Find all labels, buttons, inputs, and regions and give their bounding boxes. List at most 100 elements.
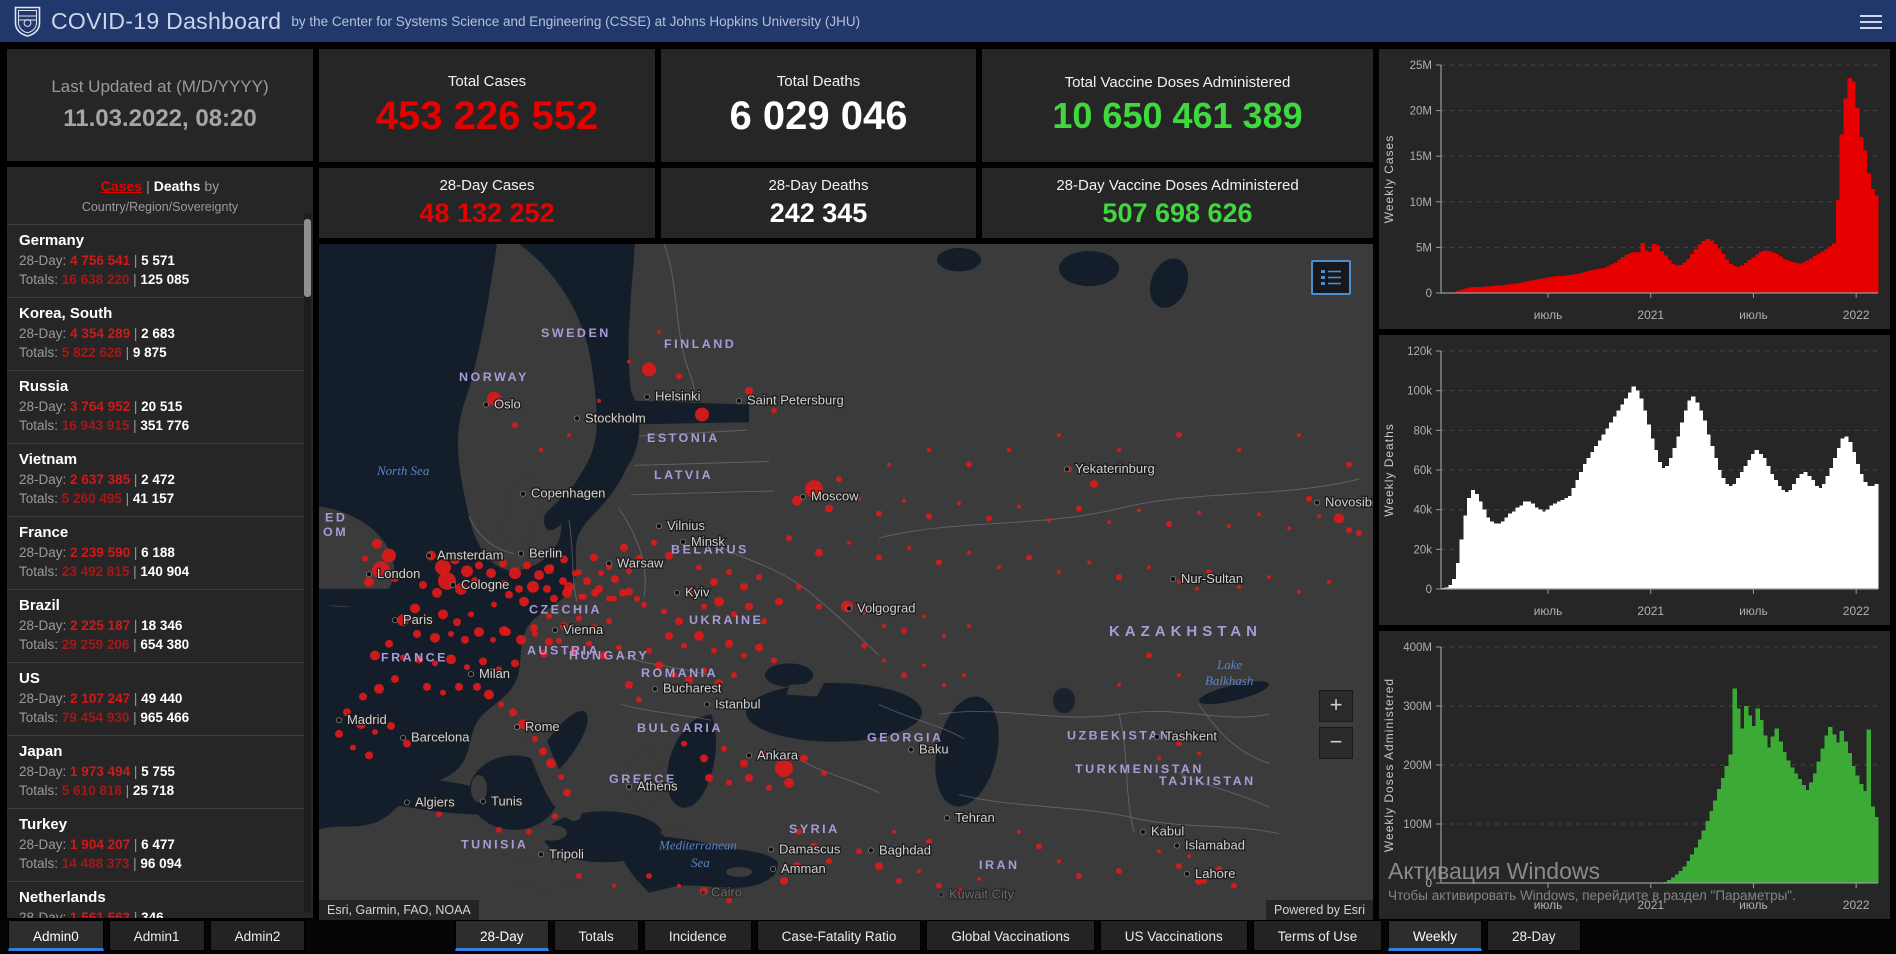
outbreak-dot — [372, 538, 382, 549]
outbreak-dot — [595, 584, 603, 593]
bar — [1530, 503, 1535, 589]
bar — [1586, 458, 1592, 589]
tab-case-fatality-ratio[interactable]: Case-Fatality Ratio — [756, 920, 922, 951]
tab-admin0[interactable]: Admin0 — [8, 920, 104, 951]
bar — [1770, 736, 1776, 883]
outbreak-dot — [745, 774, 753, 782]
bar — [1519, 505, 1524, 589]
day28-label: 28-Day: — [19, 326, 67, 341]
bar — [1706, 434, 1711, 589]
outbreak-dot — [620, 543, 628, 552]
bar — [1759, 251, 1764, 293]
tab-weekly[interactable]: Weekly — [1388, 920, 1483, 951]
city-dot — [944, 815, 951, 822]
city-label: London — [377, 566, 420, 581]
svg-text:200M: 200M — [1403, 760, 1432, 772]
outbreak-dot — [997, 565, 1001, 570]
bar — [1713, 800, 1718, 883]
weekly-cases-chart[interactable]: 0 5M 10M 15M 20M 25M июль 2021 июль 2022 Weekly Ca… — [1379, 49, 1890, 329]
total-cases: 5 822 626 — [61, 345, 122, 360]
outbreak-dot — [539, 447, 543, 452]
d28-vaccines-box: 28-Day Vaccine Doses Administered 507 69… — [982, 168, 1373, 238]
city-label: Baku — [919, 742, 949, 757]
scrollbar-track[interactable] — [304, 213, 311, 913]
city-label: Berlin — [529, 546, 562, 561]
outbreak-dot — [1356, 530, 1362, 536]
tab-28-day[interactable]: 28-Day — [1487, 920, 1581, 951]
deaths-sort-link[interactable]: Deaths — [154, 178, 201, 194]
tab-28-day[interactable]: 28-Day — [455, 920, 549, 951]
bar — [1638, 398, 1644, 589]
country-row[interactable]: Russia 28-Day: 3 764 952 | 20 515 Totals… — [7, 370, 313, 443]
world-map[interactable]: SWEDEN NORWAY FINLAND ESTONIA LATVIA BELARUS U… — [319, 244, 1373, 920]
city-label: Vienna — [563, 622, 604, 637]
outbreak-dot — [468, 611, 474, 618]
day28-cases: 2 239 590 — [70, 545, 131, 560]
city-label: Warsaw — [617, 555, 664, 570]
outbreak-dot — [387, 722, 395, 730]
day28-label: 28-Day: — [19, 910, 67, 918]
zoom-out-button[interactable]: − — [1319, 727, 1353, 759]
bar — [1674, 265, 1680, 293]
day28-label: 28-Day: — [19, 764, 67, 779]
outbreak-dot — [1117, 447, 1121, 452]
total-deaths-value: 6 029 046 — [729, 93, 908, 138]
bar — [1795, 477, 1801, 589]
bar — [1598, 268, 1603, 293]
scrollbar-thumb[interactable] — [304, 219, 311, 297]
tab-admin1[interactable]: Admin1 — [108, 920, 205, 951]
tab-admin2[interactable]: Admin2 — [209, 920, 306, 951]
country-row[interactable]: France 28-Day: 2 239 590 | 6 188 Totals:… — [7, 516, 313, 589]
tab-us-vaccinations[interactable]: US Vaccinations — [1099, 920, 1248, 951]
bar — [1743, 706, 1749, 883]
legend-toggle-button[interactable] — [1311, 260, 1351, 295]
country-row[interactable]: Korea, South 28-Day: 4 354 289 | 2 683 T… — [7, 297, 313, 370]
bar — [1487, 286, 1492, 293]
country-row[interactable]: Turkey 28-Day: 1 904 207 | 6 477 Totals:… — [7, 808, 313, 881]
bar — [1575, 479, 1580, 589]
outbreak-dot — [882, 658, 886, 663]
outbreak-dot — [901, 672, 907, 679]
bar — [1582, 271, 1588, 293]
bar — [1784, 491, 1789, 589]
bar — [1789, 261, 1795, 293]
weekly-deaths-chart[interactable]: 0 20k 40k 60k 80k 100k 120k июль 2021 июль 2022 Wee… — [1379, 335, 1890, 625]
bar — [1605, 266, 1611, 293]
country-row[interactable]: Germany 28-Day: 4 756 541 | 5 571 Totals… — [7, 224, 313, 297]
country-label: ESTONIA — [647, 431, 720, 445]
bar — [1541, 511, 1547, 589]
bar — [1655, 246, 1661, 293]
tab-incidence[interactable]: Incidence — [643, 920, 752, 951]
country-list[interactable]: Germany 28-Day: 4 756 541 | 5 571 Totals… — [7, 224, 313, 918]
country-row[interactable]: Brazil 28-Day: 2 225 187 | 18 346 Totals… — [7, 589, 313, 662]
bar — [1851, 452, 1857, 589]
bar — [1824, 249, 1829, 293]
cases-sort-link[interactable]: Cases — [101, 178, 142, 194]
city-dot — [679, 538, 686, 545]
outbreak-dot — [636, 696, 642, 703]
outbreak-dot — [453, 618, 461, 627]
bar — [1870, 485, 1875, 589]
outbreak-dot — [382, 548, 396, 563]
tab-global-vaccinations[interactable]: Global Vaccinations — [926, 920, 1095, 951]
country-row[interactable]: Netherlands 28-Day: 1 561 563 | 346 Tota… — [7, 881, 313, 918]
bar — [1763, 735, 1768, 883]
menu-icon[interactable] — [1860, 11, 1882, 33]
country-row[interactable]: US 28-Day: 2 107 247 | 49 440 Totals: 79… — [7, 662, 313, 735]
bar — [1665, 466, 1670, 589]
country-row[interactable]: Vietnam 28-Day: 2 637 385 | 2 472 Totals… — [7, 443, 313, 516]
weekly-doses-chart[interactable]: 0 100M 200M 300M 400M июль 2021 июль 2022 Weekly … — [1379, 631, 1890, 919]
bar — [1482, 509, 1487, 589]
outbreak-dot — [413, 630, 421, 638]
powered-by-esri: Powered by Esri — [1265, 900, 1373, 920]
city-label: Ankara — [757, 747, 799, 762]
city-label: Amsterdam — [437, 548, 503, 563]
country-row[interactable]: Japan 28-Day: 1 973 494 | 5 755 Totals: … — [7, 735, 313, 808]
zoom-in-button[interactable]: + — [1319, 690, 1353, 722]
outbreak-dot — [530, 624, 538, 632]
city-dot — [1174, 842, 1181, 849]
tab-terms-of-use[interactable]: Terms of Use — [1252, 920, 1383, 951]
total-cases-value: 453 226 552 — [375, 93, 599, 138]
tab-totals[interactable]: Totals — [553, 920, 639, 951]
outbreak-dot — [726, 779, 732, 786]
